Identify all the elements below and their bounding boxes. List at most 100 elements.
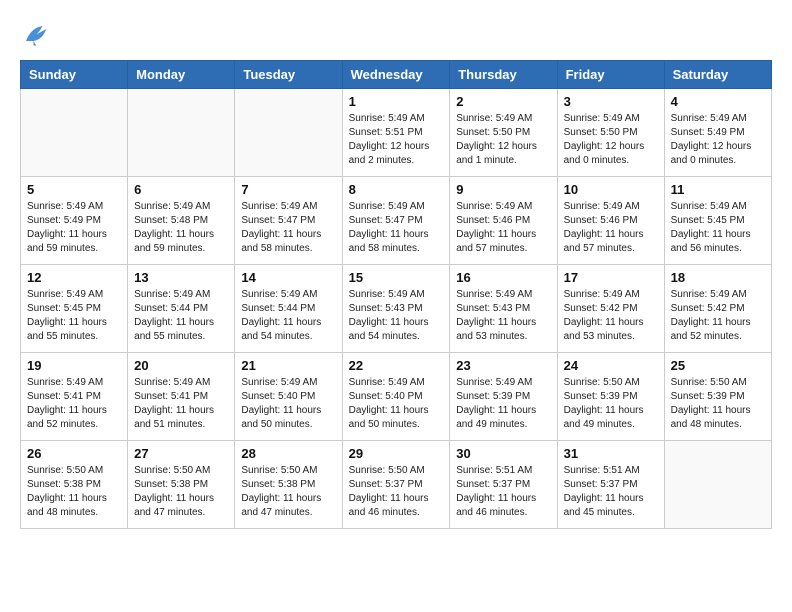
day-number: 16 [456, 270, 550, 285]
day-info: Sunrise: 5:49 AM Sunset: 5:45 PM Dayligh… [27, 288, 121, 344]
calendar-cell: 8Sunrise: 5:49 AM Sunset: 5:47 PM Daylig… [342, 177, 450, 265]
day-number: 22 [349, 358, 444, 373]
day-info: Sunrise: 5:49 AM Sunset: 5:46 PM Dayligh… [564, 200, 658, 256]
day-number: 12 [27, 270, 121, 285]
day-number: 1 [349, 94, 444, 109]
calendar-cell: 5 Sunrise: 5:49 AM Sunset: 5:49 PM Daylig… [21, 177, 128, 265]
calendar-cell: 14 Sunrise: 5:49 AM Sunset: 5:44 PM Dayli… [235, 265, 342, 353]
day-number: 27 [134, 446, 228, 461]
calendar-cell: 25 Sunrise: 5:50 AM Sunset: 5:39 PM Dayli… [664, 353, 771, 441]
calendar-cell: 4Sunrise: 5:49 AM Sunset: 5:49 PM Daylig… [664, 89, 771, 177]
day-number: 6 [134, 182, 228, 197]
day-info: Sunrise: 5:51 AM Sunset: 5:37 PM Dayligh… [456, 464, 550, 520]
day-number: 5 [27, 182, 121, 197]
day-number: 15 [349, 270, 444, 285]
day-info: Sunrise: 5:49 AM Sunset: 5:40 PM Dayligh… [349, 376, 444, 432]
days-header-row: SundayMondayTuesdayWednesdayThursdayFrid… [21, 61, 772, 89]
calendar-cell: 16Sunrise: 5:49 AM Sunset: 5:43 PM Dayli… [450, 265, 557, 353]
calendar-cell: 23 Sunrise: 5:49 AM Sunset: 5:39 PM Dayli… [450, 353, 557, 441]
day-number: 17 [564, 270, 658, 285]
day-number: 31 [564, 446, 658, 461]
day-info: Sunrise: 5:49 AM Sunset: 5:48 PM Dayligh… [134, 200, 228, 256]
day-info: Sunrise: 5:49 AM Sunset: 5:43 PM Dayligh… [349, 288, 444, 344]
day-number: 8 [349, 182, 444, 197]
day-number: 11 [671, 182, 765, 197]
day-number: 14 [241, 270, 335, 285]
day-info: Sunrise: 5:49 AM Sunset: 5:41 PM Dayligh… [134, 376, 228, 432]
day-number: 18 [671, 270, 765, 285]
day-info: Sunrise: 5:50 AM Sunset: 5:38 PM Dayligh… [241, 464, 335, 520]
day-info: Sunrise: 5:49 AM Sunset: 5:44 PM Dayligh… [241, 288, 335, 344]
day-header-monday: Monday [128, 61, 235, 89]
page-header [20, 20, 772, 50]
day-info: Sunrise: 5:49 AM Sunset: 5:50 PM Dayligh… [564, 112, 658, 168]
day-header-friday: Friday [557, 61, 664, 89]
week-row-2: 5 Sunrise: 5:49 AM Sunset: 5:49 PM Daylig… [21, 177, 772, 265]
day-info: Sunrise: 5:49 AM Sunset: 5:41 PM Dayligh… [27, 376, 121, 432]
day-header-wednesday: Wednesday [342, 61, 450, 89]
day-number: 26 [27, 446, 121, 461]
day-info: Sunrise: 5:50 AM Sunset: 5:38 PM Dayligh… [134, 464, 228, 520]
day-info: Sunrise: 5:49 AM Sunset: 5:42 PM Dayligh… [564, 288, 658, 344]
day-header-sunday: Sunday [21, 61, 128, 89]
day-info: Sunrise: 5:50 AM Sunset: 5:39 PM Dayligh… [671, 376, 765, 432]
day-number: 28 [241, 446, 335, 461]
day-number: 13 [134, 270, 228, 285]
day-number: 29 [349, 446, 444, 461]
calendar-cell: 7 Sunrise: 5:49 AM Sunset: 5:47 PM Daylig… [235, 177, 342, 265]
calendar-cell [128, 89, 235, 177]
calendar-cell: 30 Sunrise: 5:51 AM Sunset: 5:37 PM Dayli… [450, 441, 557, 529]
day-number: 24 [564, 358, 658, 373]
week-row-5: 26 Sunrise: 5:50 AM Sunset: 5:38 PM Dayli… [21, 441, 772, 529]
day-number: 25 [671, 358, 765, 373]
calendar-cell: 20 Sunrise: 5:49 AM Sunset: 5:41 PM Dayli… [128, 353, 235, 441]
day-info: Sunrise: 5:49 AM Sunset: 5:50 PM Dayligh… [456, 112, 550, 168]
day-number: 3 [564, 94, 658, 109]
week-row-4: 19Sunrise: 5:49 AM Sunset: 5:41 PM Dayli… [21, 353, 772, 441]
day-number: 9 [456, 182, 550, 197]
calendar-cell: 12 Sunrise: 5:49 AM Sunset: 5:45 PM Dayli… [21, 265, 128, 353]
day-info: Sunrise: 5:49 AM Sunset: 5:47 PM Dayligh… [241, 200, 335, 256]
day-number: 23 [456, 358, 550, 373]
day-number: 20 [134, 358, 228, 373]
calendar-cell: 6 Sunrise: 5:49 AM Sunset: 5:48 PM Daylig… [128, 177, 235, 265]
day-info: Sunrise: 5:50 AM Sunset: 5:37 PM Dayligh… [349, 464, 444, 520]
calendar-cell: 31Sunrise: 5:51 AM Sunset: 5:37 PM Dayli… [557, 441, 664, 529]
calendar-cell: 11 Sunrise: 5:49 AM Sunset: 5:45 PM Dayli… [664, 177, 771, 265]
week-row-1: 1 Sunrise: 5:49 AM Sunset: 5:51 PM Daylig… [21, 89, 772, 177]
calendar-cell: 18Sunrise: 5:49 AM Sunset: 5:42 PM Dayli… [664, 265, 771, 353]
calendar-cell: 26 Sunrise: 5:50 AM Sunset: 5:38 PM Dayli… [21, 441, 128, 529]
calendar-cell: 10Sunrise: 5:49 AM Sunset: 5:46 PM Dayli… [557, 177, 664, 265]
day-info: Sunrise: 5:49 AM Sunset: 5:39 PM Dayligh… [456, 376, 550, 432]
day-number: 7 [241, 182, 335, 197]
calendar-cell: 24Sunrise: 5:50 AM Sunset: 5:39 PM Dayli… [557, 353, 664, 441]
calendar-cell: 19Sunrise: 5:49 AM Sunset: 5:41 PM Dayli… [21, 353, 128, 441]
day-info: Sunrise: 5:49 AM Sunset: 5:46 PM Dayligh… [456, 200, 550, 256]
day-info: Sunrise: 5:49 AM Sunset: 5:51 PM Dayligh… [349, 112, 444, 168]
day-number: 21 [241, 358, 335, 373]
day-info: Sunrise: 5:49 AM Sunset: 5:40 PM Dayligh… [241, 376, 335, 432]
calendar-cell [21, 89, 128, 177]
day-header-thursday: Thursday [450, 61, 557, 89]
calendar-cell: 3 Sunrise: 5:49 AM Sunset: 5:50 PM Daylig… [557, 89, 664, 177]
calendar-cell: 17 Sunrise: 5:49 AM Sunset: 5:42 PM Dayli… [557, 265, 664, 353]
calendar-cell: 22 Sunrise: 5:49 AM Sunset: 5:40 PM Dayli… [342, 353, 450, 441]
day-info: Sunrise: 5:49 AM Sunset: 5:45 PM Dayligh… [671, 200, 765, 256]
calendar-cell [235, 89, 342, 177]
calendar-cell: 13Sunrise: 5:49 AM Sunset: 5:44 PM Dayli… [128, 265, 235, 353]
day-info: Sunrise: 5:49 AM Sunset: 5:49 PM Dayligh… [27, 200, 121, 256]
day-header-tuesday: Tuesday [235, 61, 342, 89]
logo-icon [20, 20, 50, 50]
calendar-cell: 1 Sunrise: 5:49 AM Sunset: 5:51 PM Daylig… [342, 89, 450, 177]
calendar-cell [664, 441, 771, 529]
day-number: 2 [456, 94, 550, 109]
calendar-cell: 27 Sunrise: 5:50 AM Sunset: 5:38 PM Dayli… [128, 441, 235, 529]
logo [20, 20, 54, 50]
day-number: 30 [456, 446, 550, 461]
week-row-3: 12 Sunrise: 5:49 AM Sunset: 5:45 PM Dayli… [21, 265, 772, 353]
day-info: Sunrise: 5:50 AM Sunset: 5:38 PM Dayligh… [27, 464, 121, 520]
calendar-cell: 29 Sunrise: 5:50 AM Sunset: 5:37 PM Dayli… [342, 441, 450, 529]
calendar-cell: 9 Sunrise: 5:49 AM Sunset: 5:46 PM Daylig… [450, 177, 557, 265]
day-number: 4 [671, 94, 765, 109]
calendar-cell: 21 Sunrise: 5:49 AM Sunset: 5:40 PM Dayli… [235, 353, 342, 441]
